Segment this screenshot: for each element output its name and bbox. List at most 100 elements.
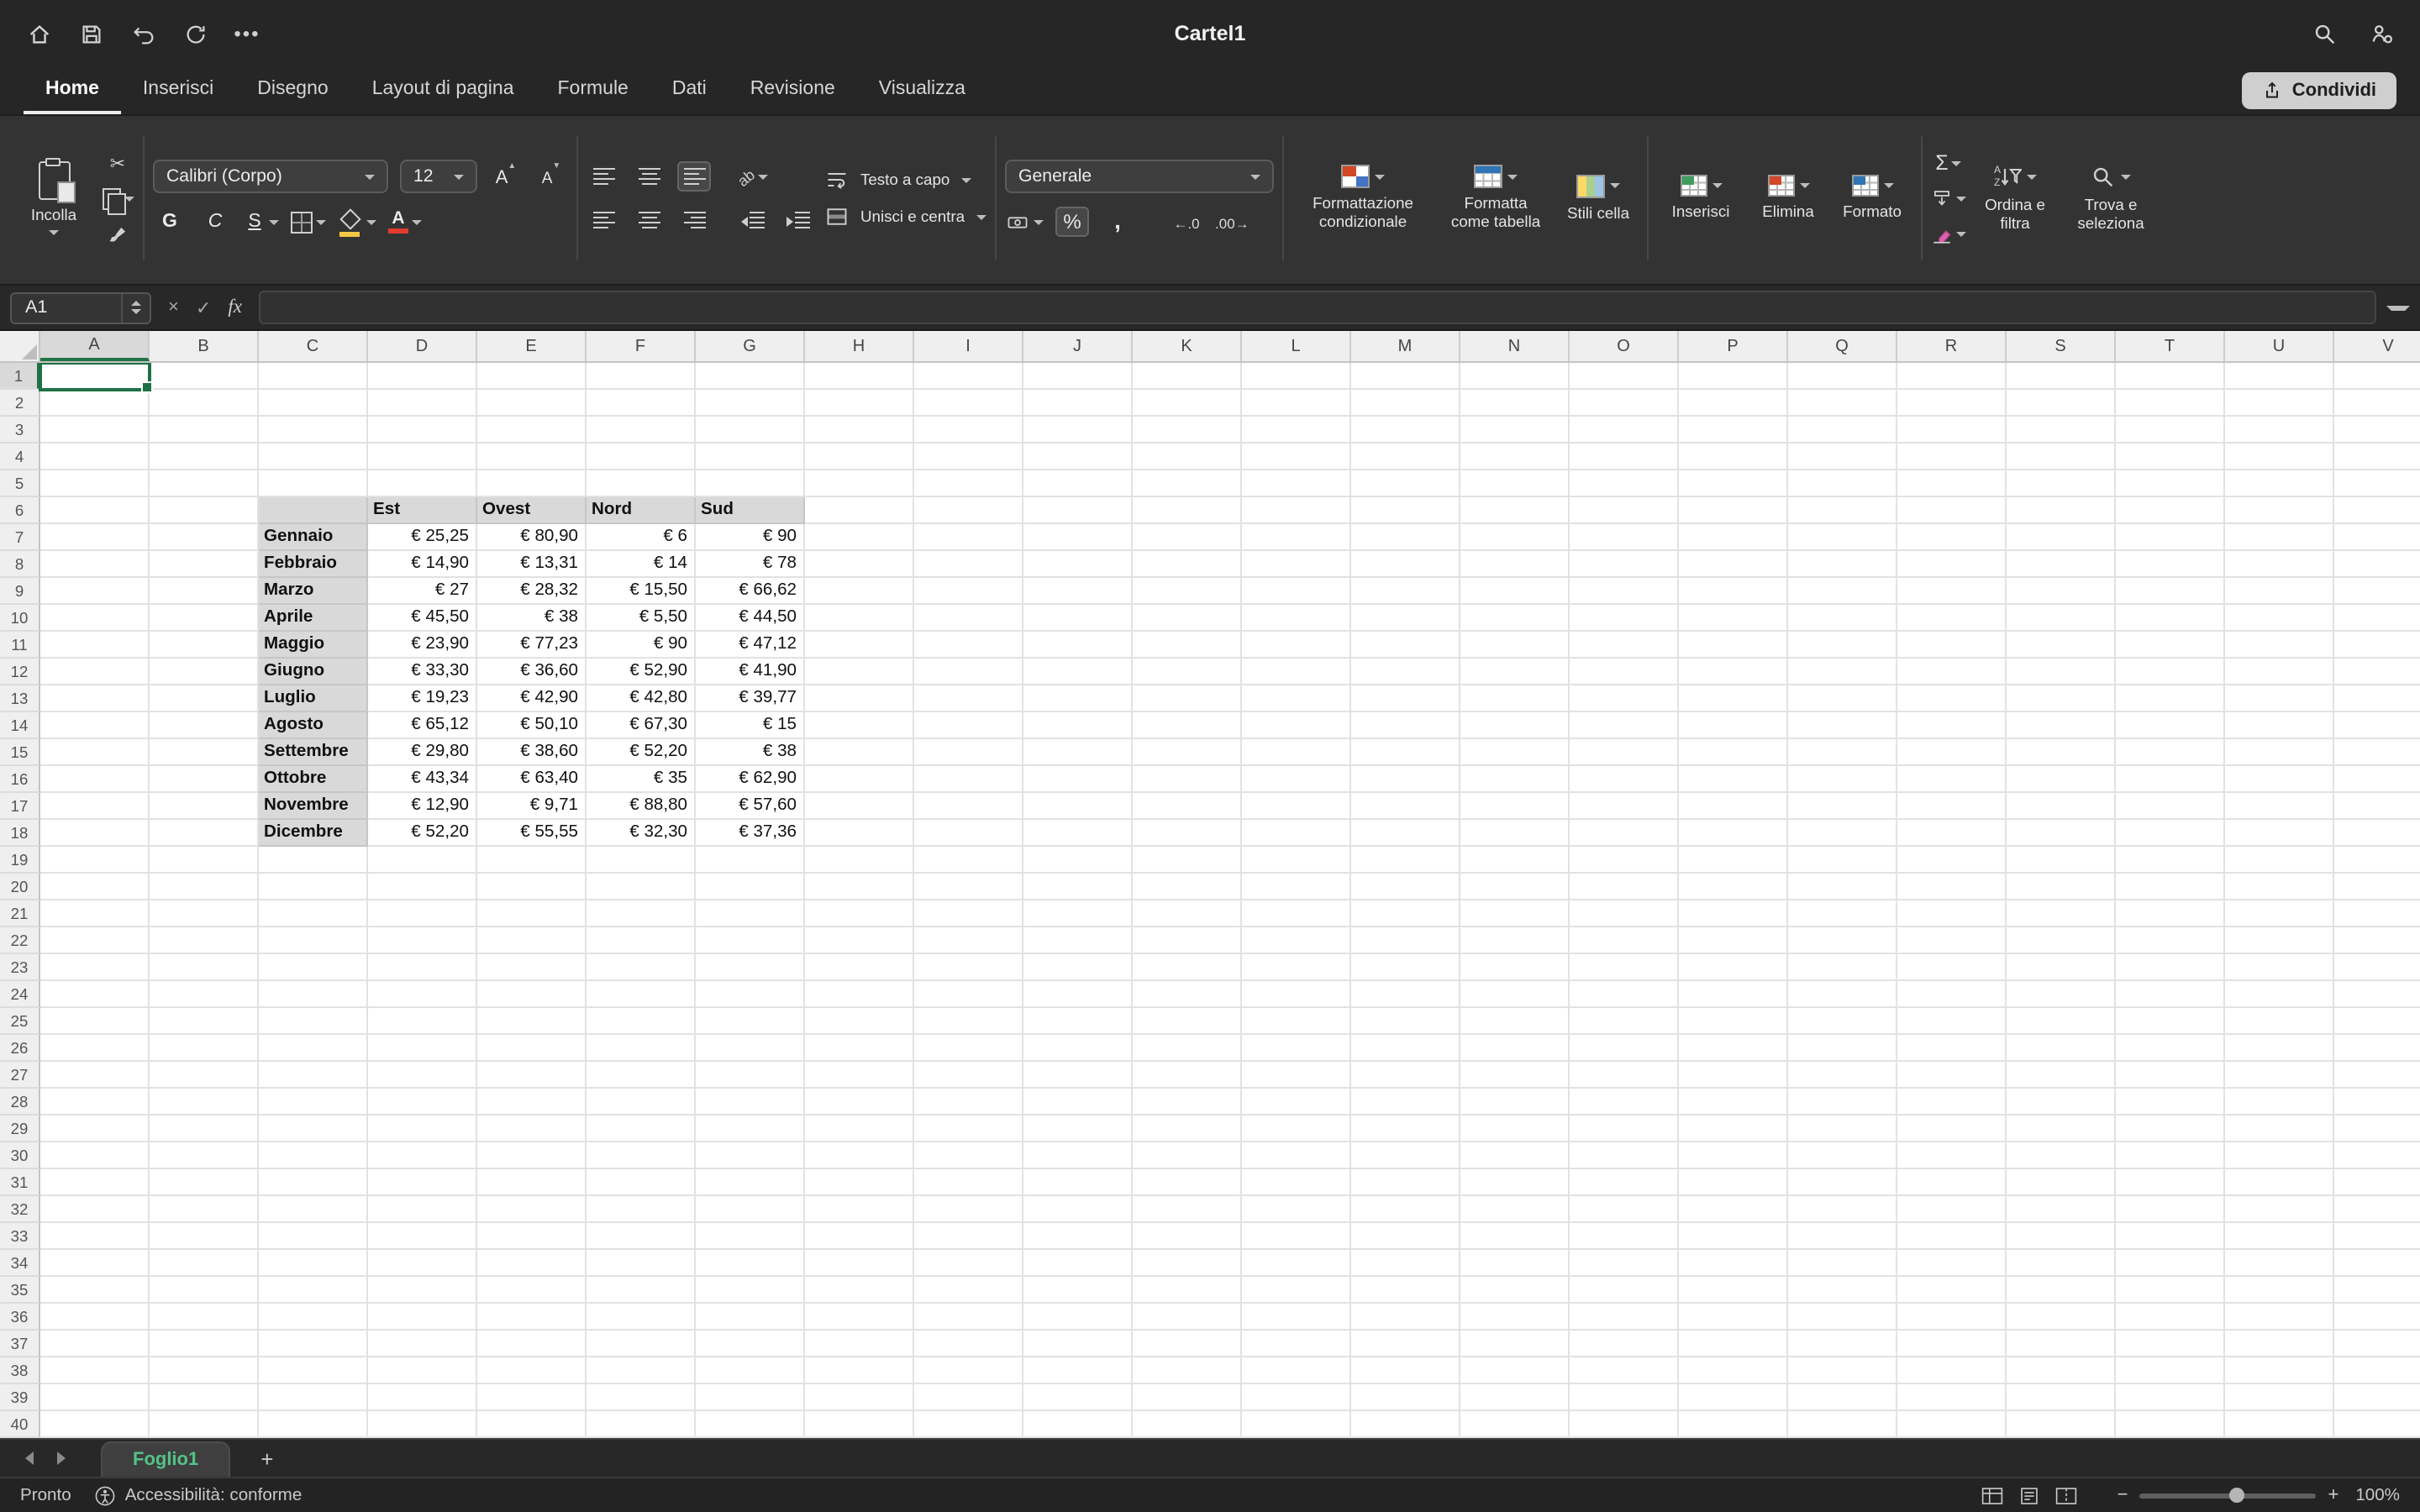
cell-M35[interactable] bbox=[1351, 1277, 1460, 1304]
cell-F13[interactable]: € 42,80 bbox=[587, 685, 696, 712]
column-header-G[interactable]: G bbox=[696, 331, 805, 361]
font-name-select[interactable]: Calibri (Corpo) bbox=[153, 160, 388, 193]
cell-U2[interactable] bbox=[2225, 390, 2334, 417]
cell-H10[interactable] bbox=[805, 605, 914, 632]
cell-T18[interactable] bbox=[2116, 820, 2225, 847]
cell-R11[interactable] bbox=[1897, 632, 2007, 659]
decrease-font-button[interactable] bbox=[534, 161, 568, 192]
cell-O30[interactable] bbox=[1570, 1142, 1679, 1169]
cell-Q37[interactable] bbox=[1788, 1331, 1897, 1357]
cell-S25[interactable] bbox=[2007, 1008, 2116, 1035]
cell-H17[interactable] bbox=[805, 793, 914, 820]
cell-D14[interactable]: € 65,12 bbox=[368, 712, 477, 739]
cell-I22[interactable] bbox=[914, 927, 1023, 954]
cell-U27[interactable] bbox=[2225, 1062, 2334, 1089]
font-size-select[interactable]: 12 bbox=[400, 160, 477, 193]
cell-T3[interactable] bbox=[2116, 417, 2225, 444]
cell-M11[interactable] bbox=[1351, 632, 1460, 659]
cell-B13[interactable] bbox=[150, 685, 259, 712]
cell-U40[interactable] bbox=[2225, 1411, 2334, 1438]
cell-F40[interactable] bbox=[587, 1411, 696, 1438]
cell-K3[interactable] bbox=[1133, 417, 1242, 444]
cell-L30[interactable] bbox=[1242, 1142, 1351, 1169]
cell-V11[interactable] bbox=[2334, 632, 2420, 659]
cell-P30[interactable] bbox=[1679, 1142, 1788, 1169]
borders-button[interactable] bbox=[291, 207, 326, 237]
row-header-16[interactable]: 16 bbox=[0, 766, 40, 793]
row-header-30[interactable]: 30 bbox=[0, 1142, 40, 1169]
cell-N4[interactable] bbox=[1460, 444, 1570, 470]
cell-A22[interactable] bbox=[40, 927, 150, 954]
cell-L23[interactable] bbox=[1242, 954, 1351, 981]
cell-A28[interactable] bbox=[40, 1089, 150, 1116]
cell-Q24[interactable] bbox=[1788, 981, 1897, 1008]
align-bottom-button[interactable] bbox=[677, 161, 711, 192]
tab-layout-di-pagina[interactable]: Layout di pagina bbox=[350, 67, 536, 114]
cell-N34[interactable] bbox=[1460, 1250, 1570, 1277]
copy-button[interactable] bbox=[101, 183, 134, 213]
cell-O32[interactable] bbox=[1570, 1196, 1679, 1223]
cell-P10[interactable] bbox=[1679, 605, 1788, 632]
cell-G26[interactable] bbox=[696, 1035, 805, 1062]
cell-G2[interactable] bbox=[696, 390, 805, 417]
cell-F31[interactable] bbox=[587, 1169, 696, 1196]
cell-G13[interactable]: € 39,77 bbox=[696, 685, 805, 712]
cell-M29[interactable] bbox=[1351, 1116, 1460, 1142]
cell-F20[interactable] bbox=[587, 874, 696, 900]
cell-Q32[interactable] bbox=[1788, 1196, 1897, 1223]
cell-G17[interactable]: € 57,60 bbox=[696, 793, 805, 820]
cell-E30[interactable] bbox=[477, 1142, 587, 1169]
add-sheet-button[interactable]: + bbox=[260, 1446, 273, 1472]
row-header-33[interactable]: 33 bbox=[0, 1223, 40, 1250]
cell-D10[interactable]: € 45,50 bbox=[368, 605, 477, 632]
cell-F8[interactable]: € 14 bbox=[587, 551, 696, 578]
cell-G36[interactable] bbox=[696, 1304, 805, 1331]
cell-T25[interactable] bbox=[2116, 1008, 2225, 1035]
cell-D37[interactable] bbox=[368, 1331, 477, 1357]
cell-R8[interactable] bbox=[1897, 551, 2007, 578]
cell-F35[interactable] bbox=[587, 1277, 696, 1304]
cell-P2[interactable] bbox=[1679, 390, 1788, 417]
cell-U9[interactable] bbox=[2225, 578, 2334, 605]
cell-E36[interactable] bbox=[477, 1304, 587, 1331]
cell-L22[interactable] bbox=[1242, 927, 1351, 954]
cell-P16[interactable] bbox=[1679, 766, 1788, 793]
cell-J11[interactable] bbox=[1023, 632, 1133, 659]
cell-H5[interactable] bbox=[805, 470, 914, 497]
tab-dati[interactable]: Dati bbox=[650, 67, 729, 114]
cell-C25[interactable] bbox=[259, 1008, 368, 1035]
cell-S29[interactable] bbox=[2007, 1116, 2116, 1142]
cell-L35[interactable] bbox=[1242, 1277, 1351, 1304]
cell-R38[interactable] bbox=[1897, 1357, 2007, 1384]
cell-V10[interactable] bbox=[2334, 605, 2420, 632]
cell-P23[interactable] bbox=[1679, 954, 1788, 981]
cell-J13[interactable] bbox=[1023, 685, 1133, 712]
cell-E20[interactable] bbox=[477, 874, 587, 900]
cell-G40[interactable] bbox=[696, 1411, 805, 1438]
cell-O38[interactable] bbox=[1570, 1357, 1679, 1384]
cell-H37[interactable] bbox=[805, 1331, 914, 1357]
cell-V32[interactable] bbox=[2334, 1196, 2420, 1223]
cell-T32[interactable] bbox=[2116, 1196, 2225, 1223]
cell-U24[interactable] bbox=[2225, 981, 2334, 1008]
cell-M36[interactable] bbox=[1351, 1304, 1460, 1331]
cell-U11[interactable] bbox=[2225, 632, 2334, 659]
cell-N39[interactable] bbox=[1460, 1384, 1570, 1411]
save-icon[interactable] bbox=[76, 18, 106, 49]
cell-B1[interactable] bbox=[150, 363, 259, 390]
cell-V37[interactable] bbox=[2334, 1331, 2420, 1357]
cell-N13[interactable] bbox=[1460, 685, 1570, 712]
cell-G35[interactable] bbox=[696, 1277, 805, 1304]
cell-D9[interactable]: € 27 bbox=[368, 578, 477, 605]
cell-G33[interactable] bbox=[696, 1223, 805, 1250]
cell-K32[interactable] bbox=[1133, 1196, 1242, 1223]
cell-F14[interactable]: € 67,30 bbox=[587, 712, 696, 739]
cell-B6[interactable] bbox=[150, 497, 259, 524]
cell-E19[interactable] bbox=[477, 847, 587, 874]
align-left-button[interactable] bbox=[587, 205, 620, 235]
cell-A6[interactable] bbox=[40, 497, 150, 524]
cell-L9[interactable] bbox=[1242, 578, 1351, 605]
cell-I3[interactable] bbox=[914, 417, 1023, 444]
cell-O8[interactable] bbox=[1570, 551, 1679, 578]
cell-E22[interactable] bbox=[477, 927, 587, 954]
